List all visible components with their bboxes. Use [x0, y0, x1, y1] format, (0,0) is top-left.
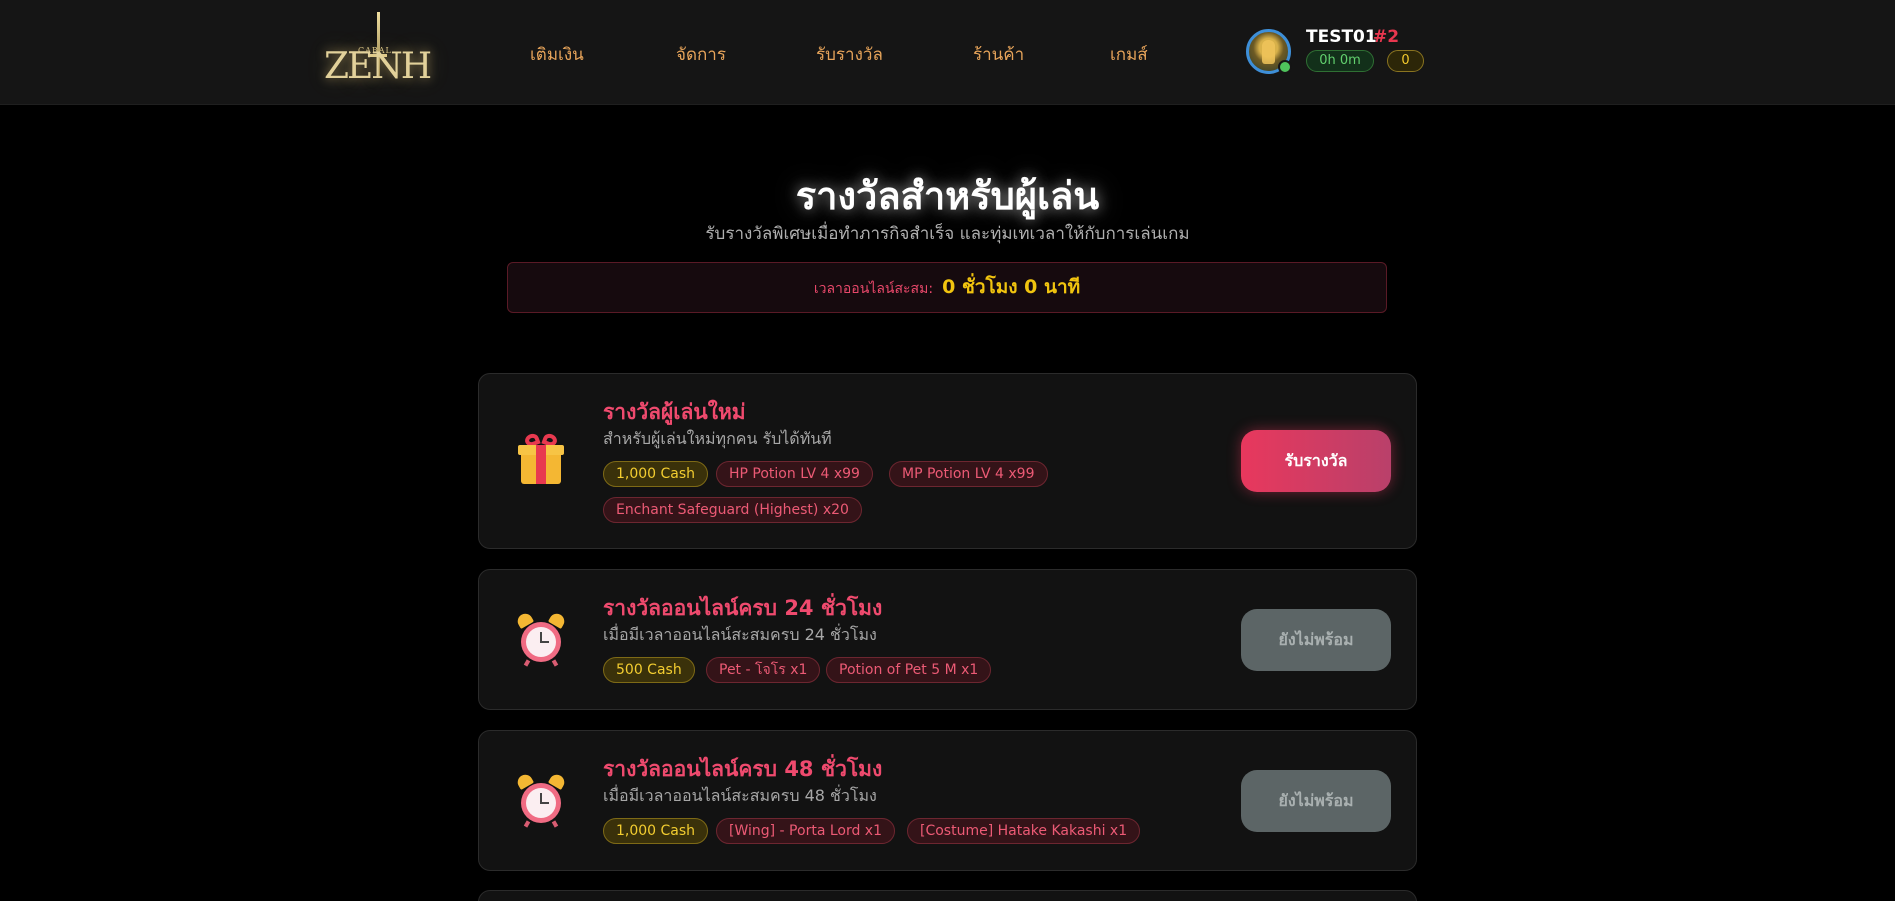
reward-chip-cash: 1,000 Cash [603, 461, 709, 487]
reward-chip-cash: 500 Cash [603, 657, 695, 683]
not-ready-button[interactable]: ยังไม่พร้อม [1241, 609, 1391, 671]
nav-rewards[interactable]: รับรางวัล [816, 41, 883, 68]
claim-reward-button[interactable]: รับรางวัล [1241, 430, 1391, 492]
reward-description: เมื่อมีเวลาออนไลน์สะสมครบ 48 ชั่วโมง [603, 786, 877, 805]
alarm-clock-icon [515, 611, 567, 667]
page-title: รางวัลสำหรับผู้เล่น [795, 174, 1100, 218]
reward-chip-item: Enchant Safeguard (Highest) x20 [603, 497, 862, 523]
reward-chip-cash: 1,000 Cash [603, 818, 709, 844]
reward-chip-item: MP Potion LV 4 x99 [889, 461, 1048, 487]
username: TEST01 [1306, 27, 1377, 47]
page-subtitle: รับรางวัลพิเศษเมื่อทำภารกิจสำเร็จ และทุ่… [705, 224, 1190, 244]
nav-games[interactable]: เกมส์ [1110, 41, 1148, 68]
online-time-badge: 0h 0m [1306, 50, 1374, 72]
reward-title: รางวัลออนไลน์ครบ 24 ชั่วโมง [603, 596, 883, 620]
avatar[interactable] [1246, 29, 1292, 74]
reward-description: เมื่อมีเวลาออนไลน์สะสมครบ 24 ชั่วโมง [603, 625, 877, 644]
online-time-panel: เวลาออนไลน์สะสม: 0 ชั่วโมง 0 นาที [507, 262, 1387, 313]
character-icon [1262, 40, 1275, 64]
cash-badge: 0 [1387, 50, 1424, 72]
cabal-zenh-logo[interactable]: CABAL ZENH [322, 10, 432, 87]
nav-manage[interactable]: จัดการ [676, 41, 726, 68]
reward-card-next [478, 890, 1417, 901]
reward-chip-item: Potion of Pet 5 M x1 [826, 657, 992, 683]
nav-shop[interactable]: ร้านค้า [973, 41, 1024, 68]
not-ready-button[interactable]: ยังไม่พร้อม [1241, 770, 1391, 832]
reward-description: สำหรับผู้เล่นใหม่ทุกคน รับได้ทันที [603, 429, 832, 448]
reward-title: รางวัลออนไลน์ครบ 48 ชั่วโมง [603, 757, 883, 781]
online-time-label: เวลาออนไลน์สะสม: [813, 281, 934, 297]
nav-topup[interactable]: เติมเงิน [530, 41, 584, 68]
reward-chip-item: [Wing] - Porta Lord x1 [716, 818, 896, 844]
reward-chip-item: HP Potion LV 4 x99 [716, 461, 873, 487]
reward-card-online-24h: รางวัลออนไลน์ครบ 24 ชั่วโมง เมื่อมีเวลาอ… [478, 569, 1417, 710]
logo-main-text: ZENH [324, 46, 432, 87]
alarm-clock-icon [515, 772, 567, 828]
online-time-value: 0 ชั่วโมง 0 นาที [942, 276, 1081, 298]
reward-chip-item: [Costume] Hatake Kakashi x1 [907, 818, 1141, 844]
gift-icon [517, 431, 565, 486]
reward-card-new-player: รางวัลผู้เล่นใหม่ สำหรับผู้เล่นใหม่ทุกคน… [478, 373, 1417, 549]
user-rank: #2 [1373, 27, 1400, 47]
reward-chip-item: Pet - โจโร x1 [706, 657, 821, 683]
reward-card-online-48h: รางวัลออนไลน์ครบ 48 ชั่วโมง เมื่อมีเวลาอ… [478, 730, 1417, 871]
online-status-icon [1278, 60, 1292, 74]
top-header: CABAL ZENH เติมเงิน จัดการ รับรางวัล ร้า… [0, 0, 1895, 105]
reward-title: รางวัลผู้เล่นใหม่ [603, 400, 746, 424]
